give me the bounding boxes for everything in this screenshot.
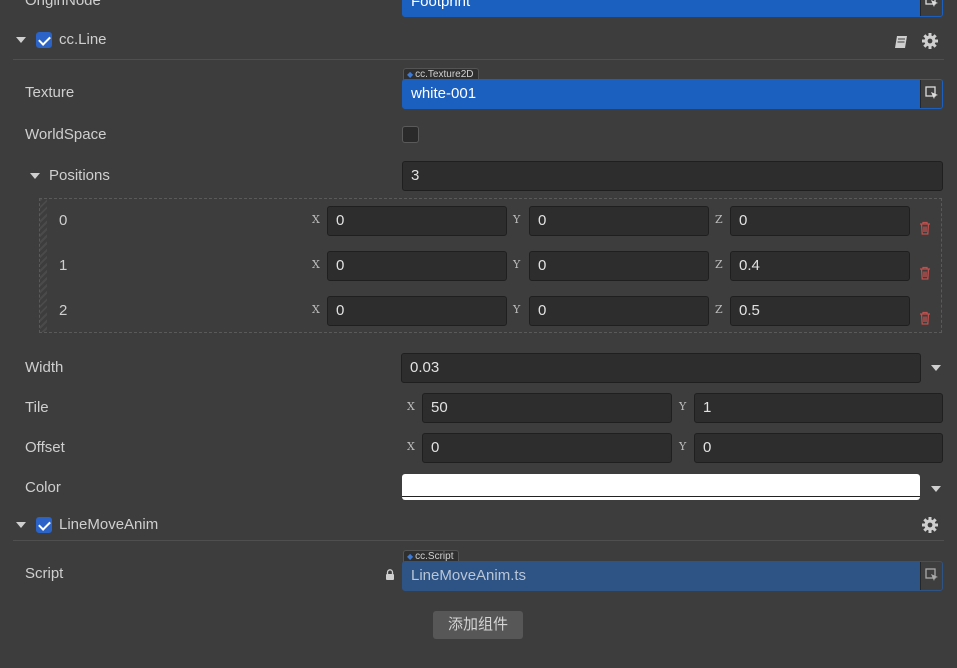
texture-label: Texture bbox=[25, 84, 75, 101]
position-0-x-input[interactable]: 0 bbox=[327, 206, 507, 236]
x-axis-label: X bbox=[312, 258, 320, 271]
width-dropdown-arrow-icon[interactable] bbox=[931, 365, 941, 371]
delete-position-2-trash-icon[interactable] bbox=[919, 311, 931, 325]
array-drag-strip[interactable] bbox=[40, 199, 47, 332]
pick-cursor-icon bbox=[925, 86, 938, 99]
position-2-y-input[interactable]: 0 bbox=[529, 296, 709, 326]
z-axis-label: Z bbox=[715, 303, 723, 316]
script-pick-button[interactable] bbox=[920, 562, 942, 590]
line-component-title: cc.Line bbox=[59, 31, 107, 48]
position-index-0: 0 bbox=[59, 212, 68, 229]
y-axis-label: Y bbox=[513, 303, 521, 316]
width-label: Width bbox=[25, 359, 64, 376]
offset-y-input[interactable]: 0 bbox=[694, 433, 943, 463]
offset-x-input[interactable]: 0 bbox=[422, 433, 672, 463]
position-index-2: 2 bbox=[59, 302, 68, 319]
origin-node-field[interactable]: Footprint bbox=[402, 0, 943, 17]
position-2-z-input[interactable]: 0.5 bbox=[730, 296, 910, 326]
settings-gear-icon[interactable] bbox=[921, 516, 939, 534]
width-input[interactable]: 0.03 bbox=[401, 353, 921, 383]
color-dropdown-arrow-icon[interactable] bbox=[931, 486, 941, 492]
origin-node-value: Footprint bbox=[411, 0, 471, 10]
tile-y-input[interactable]: 1 bbox=[694, 393, 943, 423]
positions-label: Positions bbox=[49, 167, 110, 184]
x-axis-label: X bbox=[312, 303, 320, 316]
line-enabled-checkbox[interactable] bbox=[36, 32, 52, 48]
x-axis-label: X bbox=[312, 213, 320, 226]
color-swatch[interactable] bbox=[402, 474, 920, 500]
z-axis-label: Z bbox=[715, 258, 723, 271]
tile-x-input[interactable]: 50 bbox=[422, 393, 672, 423]
line-header-divider bbox=[13, 59, 944, 60]
world-space-checkbox[interactable] bbox=[402, 126, 419, 143]
position-0-y-input[interactable]: 0 bbox=[529, 206, 709, 236]
y-axis-label: Y bbox=[513, 258, 521, 271]
collapse-anim-arrow-icon[interactable] bbox=[16, 522, 26, 528]
asset-type-dot-icon: ◆ bbox=[407, 70, 414, 79]
anim-component-title: LineMoveAnim bbox=[59, 516, 159, 533]
y-axis-label: Y bbox=[679, 400, 687, 413]
position-index-1: 1 bbox=[59, 257, 68, 274]
positions-count-input[interactable]: 3 bbox=[402, 161, 943, 191]
script-value: LineMoveAnim.ts bbox=[411, 567, 527, 584]
anim-header-divider bbox=[13, 540, 944, 541]
position-0-z-input[interactable]: 0 bbox=[730, 206, 910, 236]
add-component-button[interactable]: 添加组件 bbox=[433, 611, 523, 639]
texture-pick-button[interactable] bbox=[920, 80, 942, 108]
lock-icon bbox=[386, 569, 394, 580]
color-label: Color bbox=[25, 479, 61, 496]
help-book-icon[interactable] bbox=[893, 34, 909, 50]
z-axis-label: Z bbox=[715, 213, 723, 226]
position-1-y-input[interactable]: 0 bbox=[529, 251, 709, 281]
anim-enabled-checkbox[interactable] bbox=[36, 517, 52, 533]
world-space-label: WorldSpace bbox=[25, 126, 107, 143]
delete-position-0-trash-icon[interactable] bbox=[919, 221, 931, 235]
tile-label: Tile bbox=[25, 399, 49, 416]
position-2-x-input[interactable]: 0 bbox=[327, 296, 507, 326]
offset-label: Offset bbox=[25, 439, 65, 456]
delete-position-1-trash-icon[interactable] bbox=[919, 266, 931, 280]
settings-gear-icon[interactable] bbox=[921, 32, 939, 50]
position-1-z-input[interactable]: 0.4 bbox=[730, 251, 910, 281]
pick-cursor-icon bbox=[925, 568, 938, 581]
texture-value: white-001 bbox=[411, 85, 477, 102]
origin-node-pick-button[interactable] bbox=[920, 0, 942, 16]
y-axis-label: Y bbox=[513, 213, 521, 226]
texture-field[interactable]: white-001 bbox=[402, 79, 943, 109]
y-axis-label: Y bbox=[679, 440, 687, 453]
x-axis-label: X bbox=[407, 400, 415, 413]
pick-cursor-icon bbox=[925, 0, 938, 7]
x-axis-label: X bbox=[407, 440, 415, 453]
asset-type-dot-icon: ◆ bbox=[407, 552, 414, 561]
script-label: Script bbox=[25, 565, 64, 582]
script-field[interactable]: LineMoveAnim.ts bbox=[402, 561, 943, 591]
color-alpha-bar bbox=[402, 496, 920, 497]
collapse-line-arrow-icon[interactable] bbox=[16, 37, 26, 43]
position-1-x-input[interactable]: 0 bbox=[327, 251, 507, 281]
collapse-positions-arrow-icon[interactable] bbox=[30, 173, 40, 179]
origin-node-label: OriginNode bbox=[25, 0, 101, 9]
